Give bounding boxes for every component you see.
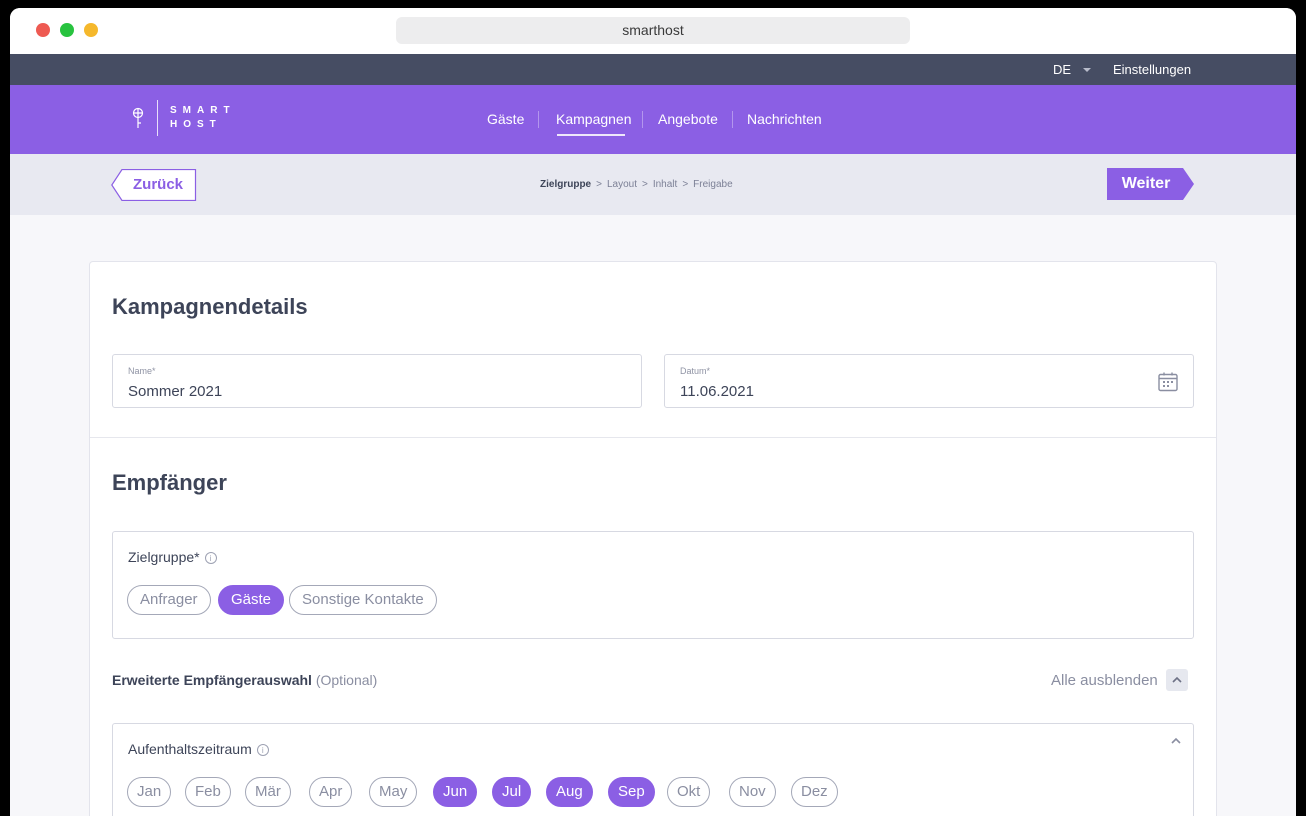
- info-icon[interactable]: i: [256, 744, 269, 756]
- logo-divider: [157, 100, 158, 136]
- logo-wordmark: SMART HOST: [170, 105, 236, 130]
- top-utility-bar: DE Einstellungen: [10, 54, 1296, 85]
- settings-link[interactable]: Einstellungen: [1113, 54, 1191, 85]
- next-button[interactable]: Weiter: [1107, 168, 1195, 200]
- target-chip-gaeste[interactable]: Gäste: [218, 585, 285, 615]
- browser-window: smarthost DE Einstellungen SMART HOST Gä…: [10, 8, 1296, 816]
- month-chip-sep[interactable]: Sep: [608, 777, 655, 807]
- breadcrumb-step-freigabe[interactable]: Freigabe: [693, 179, 732, 190]
- month-chip-dez[interactable]: Dez: [791, 777, 838, 807]
- back-button-label: Zurück: [133, 176, 184, 193]
- target-chip-sonstige-kontakte[interactable]: Sonstige Kontakte: [289, 585, 437, 615]
- breadcrumb-step-inhalt[interactable]: Inhalt: [653, 179, 677, 190]
- nav-tab-kampagnen[interactable]: Kampagnen: [556, 85, 632, 154]
- month-chip-nov[interactable]: Nov: [729, 777, 776, 807]
- collapse-all-button[interactable]: [1166, 669, 1188, 691]
- hide-all-link[interactable]: Alle ausblenden: [1051, 672, 1158, 689]
- minimize-window-button[interactable]: [84, 23, 98, 37]
- advanced-selection-label: Erweiterte Empfängerauswahl (Optional): [112, 672, 378, 688]
- nav-tab-angebote[interactable]: Angebote: [658, 85, 718, 154]
- date-field-value[interactable]: 11.06.2021: [680, 383, 754, 400]
- chevron-up-icon[interactable]: [1169, 734, 1183, 748]
- month-chip-jan[interactable]: Jan: [127, 777, 172, 807]
- close-window-button[interactable]: [36, 23, 50, 37]
- month-chip-feb[interactable]: Feb: [185, 777, 231, 807]
- stay-period-box: Aufenthaltszeitraum i Jan Feb Mär Apr May…: [112, 723, 1194, 816]
- recipients-title: Empfänger: [112, 470, 227, 495]
- month-chip-okt[interactable]: Okt: [667, 777, 711, 807]
- section-divider: [90, 437, 1216, 438]
- nav-tab-nachrichten[interactable]: Nachrichten: [747, 85, 822, 154]
- stay-period-label: Aufenthaltszeitraum i: [128, 741, 269, 757]
- breadcrumb: Zielgruppe > Layout > Inhalt > Freigabe: [540, 179, 733, 190]
- month-chip-jul[interactable]: Jul: [492, 777, 532, 807]
- name-field[interactable]: Name* Sommer 2021: [112, 354, 642, 408]
- month-chip-apr[interactable]: Apr: [309, 777, 353, 807]
- name-field-label: Name*: [128, 366, 156, 376]
- active-tab-indicator: [557, 134, 625, 136]
- nav-divider: [732, 111, 733, 128]
- name-field-value[interactable]: Sommer 2021: [128, 383, 222, 400]
- language-selector[interactable]: DE: [1053, 54, 1071, 85]
- nav-divider: [642, 111, 643, 128]
- campaign-details-title: Kampagnendetails: [112, 294, 308, 319]
- month-chip-may[interactable]: May: [369, 777, 418, 807]
- date-field[interactable]: Datum* 11.06.2021: [664, 354, 1194, 408]
- maximize-window-button[interactable]: [60, 23, 74, 37]
- month-chip-maer[interactable]: Mär: [245, 777, 291, 807]
- address-bar[interactable]: smarthost: [396, 17, 910, 44]
- target-group-box: Zielgruppe* i Anfrager Gäste Sonstige Kon…: [112, 531, 1194, 639]
- month-chip-jun[interactable]: Jun: [433, 777, 478, 807]
- wizard-step-bar: Zurück Zielgruppe > Layout > Inhalt > Freigabe…: [10, 154, 1296, 215]
- date-field-label: Datum*: [680, 366, 711, 376]
- month-chip-aug[interactable]: Aug: [546, 777, 593, 807]
- nav-divider: [538, 111, 539, 128]
- main-navigation: SMART HOST Gäste Kampagnen Angebote Nach…: [10, 85, 1296, 154]
- campaign-card: Kampagnendetails Name* Sommer 2021 Datum…: [89, 261, 1217, 816]
- calendar-icon[interactable]: [1157, 371, 1179, 393]
- chevron-up-icon: [1172, 676, 1182, 683]
- nav-tab-gaeste[interactable]: Gäste: [487, 85, 524, 154]
- browser-titlebar: smarthost: [10, 8, 1296, 54]
- info-icon[interactable]: i: [204, 552, 217, 564]
- logo-icon: [132, 107, 144, 128]
- target-chip-anfrager[interactable]: Anfrager: [127, 585, 211, 615]
- breadcrumb-step-layout[interactable]: Layout: [607, 179, 637, 190]
- breadcrumb-step-zielgruppe[interactable]: Zielgruppe: [540, 179, 591, 190]
- target-group-label: Zielgruppe* i: [128, 549, 217, 565]
- caret-down-icon[interactable]: [1083, 68, 1091, 72]
- next-button-label: Weiter: [1121, 175, 1171, 192]
